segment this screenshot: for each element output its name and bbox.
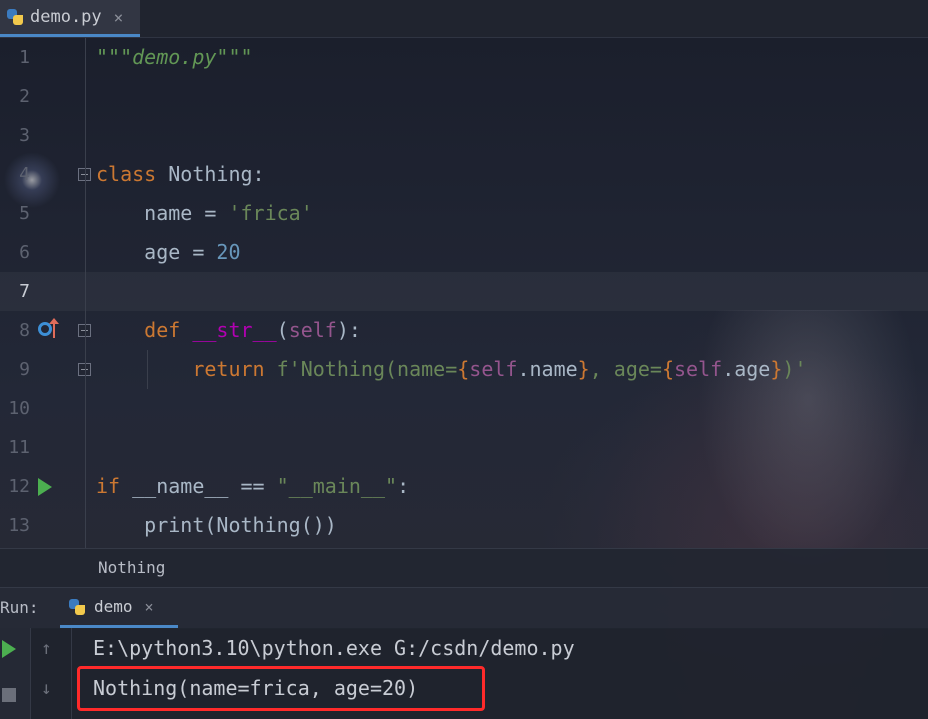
name-assignment: name = 'frica' bbox=[96, 194, 313, 233]
line-number: 3 bbox=[19, 125, 30, 146]
number-literal: 20 bbox=[216, 240, 241, 264]
code-line: 5 name = 'frica' bbox=[0, 194, 928, 233]
fstring-part: f'Nothing(name= bbox=[264, 357, 458, 381]
code-text: age = bbox=[96, 240, 217, 264]
run-gutter-icon[interactable] bbox=[38, 478, 52, 496]
code-line: 11 bbox=[0, 428, 928, 467]
current-line: 7 bbox=[0, 272, 928, 311]
keyword: class bbox=[96, 162, 157, 186]
python-file-icon bbox=[6, 8, 24, 26]
line-number: 11 bbox=[8, 437, 30, 458]
run-panel-header: Run: demo × bbox=[0, 587, 928, 629]
attribute-ref: .age bbox=[722, 357, 771, 381]
line-number: 9 bbox=[19, 359, 30, 380]
line-number: 7 bbox=[19, 281, 30, 302]
run-label: Run: bbox=[0, 598, 39, 617]
tab-demo-py[interactable]: demo.py × bbox=[0, 0, 140, 37]
fstring-brace: } bbox=[770, 357, 783, 381]
console-nav-toolbar: ↑ ↓ bbox=[31, 628, 72, 719]
method-definition: def __str__(self): bbox=[96, 311, 361, 350]
string-literal: "__main__" bbox=[276, 474, 398, 498]
attribute-ref: .name bbox=[517, 357, 578, 381]
code-line: 3 bbox=[0, 116, 928, 155]
output-highlight-box bbox=[77, 666, 485, 711]
code-text: name = bbox=[96, 201, 229, 225]
code-text: ): bbox=[336, 318, 361, 342]
fstring-brace: } bbox=[577, 357, 590, 381]
main-guard: if __name__ == "__main__": bbox=[96, 467, 409, 506]
fstring-part: , age= bbox=[589, 357, 662, 381]
indent-guide bbox=[147, 350, 148, 389]
stop-icon[interactable] bbox=[2, 688, 16, 702]
line-number: 8 bbox=[19, 320, 30, 341]
line-number: 1 bbox=[19, 47, 30, 68]
string-literal: 'frica' bbox=[228, 201, 313, 225]
code-line: 13 print(Nothing()) bbox=[0, 506, 928, 545]
keyword: if bbox=[96, 474, 121, 498]
code-text: : bbox=[397, 474, 410, 498]
code-line: 4 class Nothing: bbox=[0, 155, 928, 194]
self-ref: self bbox=[469, 357, 518, 381]
print-call: print(Nothing()) bbox=[96, 513, 337, 537]
docstring: """demo.py""" bbox=[96, 45, 253, 69]
line-number: 5 bbox=[19, 203, 30, 224]
close-icon[interactable]: × bbox=[114, 8, 124, 27]
class-definition: class Nothing: bbox=[96, 155, 265, 194]
code-editor[interactable]: 1 """demo.py""" 2 3 4 class Nothing: 5 n… bbox=[0, 38, 928, 548]
code-line: 9 return f'Nothing(name={self.name}, age… bbox=[0, 350, 928, 389]
fstring-brace: { bbox=[457, 357, 470, 381]
rerun-icon[interactable] bbox=[2, 640, 16, 658]
breadcrumb[interactable]: Nothing bbox=[98, 549, 165, 587]
line-number: 6 bbox=[19, 242, 30, 263]
arrow-up-icon[interactable]: ↑ bbox=[41, 640, 52, 658]
fstring-part: )' bbox=[782, 357, 807, 381]
age-assignment: age = 20 bbox=[96, 233, 241, 272]
keyword: return bbox=[192, 357, 265, 381]
line-number: 10 bbox=[8, 398, 30, 419]
python-run-icon bbox=[68, 598, 86, 616]
console-toolbar bbox=[0, 628, 31, 719]
line-number: 13 bbox=[8, 515, 30, 536]
override-arrow-icon bbox=[49, 318, 59, 338]
run-tab-demo[interactable]: demo × bbox=[60, 588, 178, 628]
code-text: ( bbox=[276, 318, 289, 342]
code-line: 6 age = 20 bbox=[0, 233, 928, 272]
self-ref: self bbox=[674, 357, 723, 381]
tab-label: demo.py bbox=[30, 7, 102, 27]
code-line: 10 bbox=[0, 389, 928, 428]
code-text: __name__ == bbox=[120, 474, 277, 498]
editor-tab-bar: demo.py × bbox=[0, 0, 928, 38]
arrow-down-icon[interactable]: ↓ bbox=[41, 680, 52, 698]
line-number: 4 bbox=[19, 164, 30, 185]
class-name: Nothing: bbox=[156, 162, 265, 186]
gutter-separator bbox=[85, 38, 86, 548]
console-command: E:\python3.10\python.exe G:/csdn/demo.py bbox=[93, 636, 575, 660]
override-method-icon[interactable] bbox=[38, 322, 52, 336]
code-line: 1 """demo.py""" bbox=[0, 38, 928, 77]
code-line: 8 def __str__(self): bbox=[0, 311, 928, 350]
code-line: 12 if __name__ == "__main__": bbox=[0, 467, 928, 506]
fstring-brace: { bbox=[661, 357, 675, 381]
close-icon[interactable]: × bbox=[145, 598, 154, 616]
keyword: def bbox=[144, 318, 181, 342]
self-param: self bbox=[288, 318, 337, 342]
breadcrumb-bar: Nothing bbox=[0, 548, 928, 587]
line-number: 12 bbox=[8, 476, 30, 497]
magic-method-name: __str__ bbox=[192, 318, 277, 342]
run-tab-label: demo bbox=[94, 597, 133, 616]
line-number: 2 bbox=[19, 86, 30, 107]
return-statement: return f'Nothing(name={self.name}, age={… bbox=[96, 350, 807, 389]
code-line: 2 bbox=[0, 77, 928, 116]
